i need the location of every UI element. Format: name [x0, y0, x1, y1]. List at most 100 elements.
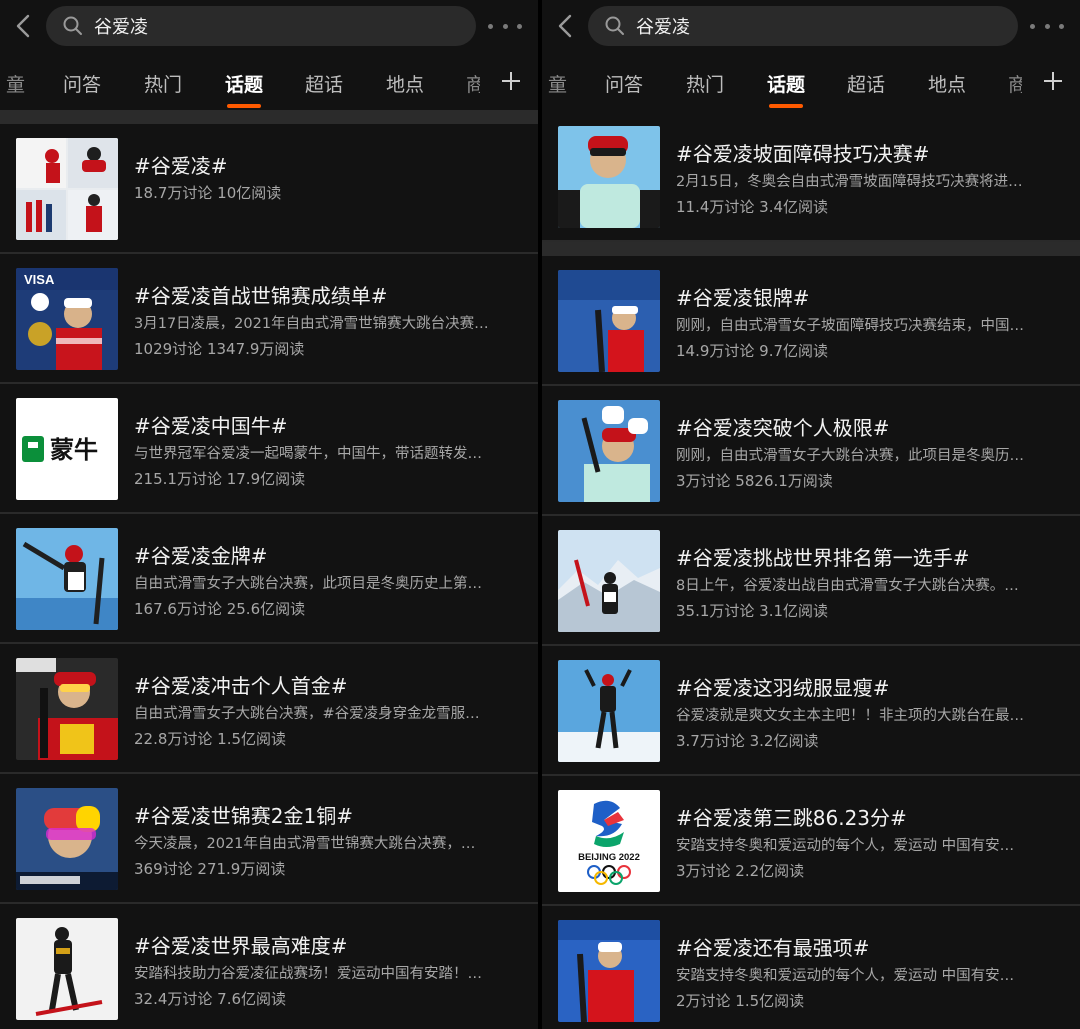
- tab-partial-right[interactable]: 商: [1008, 70, 1022, 97]
- tab-hot[interactable]: 热门: [686, 70, 724, 97]
- topic-description: 3月17日凌晨，2021年自由式滑雪世锦赛大跳台决赛…: [134, 316, 489, 332]
- tab-qa[interactable]: 问答: [605, 70, 643, 97]
- active-tab-indicator: [227, 104, 261, 108]
- more-options-button[interactable]: [1030, 16, 1064, 36]
- topic-title: #谷爱凌银牌#: [676, 286, 810, 310]
- search-input[interactable]: 谷爱凌: [46, 6, 476, 46]
- list-item[interactable]: #谷爱凌# 18.7万讨论 10亿阅读: [0, 124, 538, 254]
- search-query: 谷爱凌: [94, 17, 148, 38]
- topic-thumbnail: [16, 138, 118, 240]
- topic-thumbnail: [558, 530, 660, 632]
- dot-icon: [517, 23, 522, 29]
- topic-description: 安踏支持冬奥和爱运动的每个人，爱运动 中国有安…: [676, 838, 1015, 854]
- topic-stats: 1029讨论 1347.9万阅读: [134, 340, 305, 358]
- topic-thumbnail: [558, 126, 660, 228]
- section-divider: [0, 110, 538, 124]
- plus-icon: [1044, 72, 1062, 90]
- back-button[interactable]: [554, 12, 578, 40]
- topic-title: #谷爱凌挑战世界排名第一选手#: [676, 546, 970, 570]
- dot-icon: [1030, 23, 1035, 29]
- search-icon: [63, 16, 82, 35]
- tab-topics[interactable]: 话题: [767, 70, 806, 108]
- topic-stats: 32.4万讨论 7.6亿阅读: [134, 990, 287, 1008]
- topic-stats: 18.7万讨论 10亿阅读: [134, 184, 282, 202]
- topic-thumbnail: 蒙牛: [16, 398, 118, 500]
- tab-bar: 童 问答 热门 话题 超话 地点 商: [0, 58, 538, 110]
- right-panel: 谷爱凌 童 问答 热门 话题 超话 地点 商 #谷爱凌坡面障碍技巧决赛# 2月1…: [542, 0, 1080, 1029]
- topic-description: 谷爱凌就是爽文女主本主吧！！非主项的大跳台在最…: [676, 708, 1024, 724]
- tab-partial-left[interactable]: 童: [6, 70, 25, 97]
- search-query: 谷爱凌: [636, 17, 690, 38]
- topic-title: #谷爱凌突破个人极限#: [676, 416, 890, 440]
- top-bar: 谷爱凌: [542, 0, 1080, 54]
- topic-stats: 3万讨论 2.2亿阅读: [676, 862, 805, 880]
- list-item[interactable]: #谷爱凌世锦赛2金1铜# 今天凌晨，2021年自由式滑雪世锦赛大跳台决赛，… 3…: [0, 774, 538, 904]
- topic-stats: 14.9万讨论 9.7亿阅读: [676, 342, 829, 360]
- tab-super-topics[interactable]: 超话: [847, 70, 885, 97]
- topic-description: 8日上午，谷爱凌出战自由式滑雪女子大跳台决赛。…: [676, 578, 1019, 594]
- topic-title: #谷爱凌首战世锦赛成绩单#: [134, 284, 388, 308]
- beijing-2022-logo-text: BEIJING 2022: [578, 852, 640, 863]
- dot-icon: [488, 23, 493, 29]
- topic-list: #谷爱凌坡面障碍技巧决赛# 2月15日，冬奥会自由式滑雪坡面障碍技巧决赛将进… …: [542, 112, 1080, 1029]
- topic-stats: 3.7万讨论 3.2亿阅读: [676, 732, 819, 750]
- topic-thumbnail: [16, 658, 118, 760]
- topic-description: 今天凌晨，2021年自由式滑雪世锦赛大跳台决赛，…: [134, 836, 476, 852]
- tab-qa[interactable]: 问答: [63, 70, 101, 97]
- topic-title: #谷爱凌还有最强项#: [676, 936, 870, 960]
- topic-title: #谷爱凌金牌#: [134, 544, 268, 568]
- topic-thumbnail: [558, 920, 660, 1022]
- list-item[interactable]: #谷爱凌冲击个人首金# 自由式滑雪女子大跳台决赛，#谷爱凌身穿金龙雪服… 22.…: [0, 644, 538, 774]
- tab-places[interactable]: 地点: [928, 70, 966, 97]
- list-item[interactable]: #谷爱凌世界最高难度# 安踏科技助力谷爱凌征战赛场！爱运动中国有安踏！… 32.…: [0, 904, 538, 1029]
- tab-super-topics[interactable]: 超话: [305, 70, 343, 97]
- list-item[interactable]: #谷爱凌银牌# 刚刚，自由式滑雪女子坡面障碍技巧决赛结束，中国… 14.9万讨论…: [542, 256, 1080, 386]
- topic-description: 刚刚，自由式滑雪女子大跳台决赛，此项目是冬奥历…: [676, 448, 1024, 464]
- topic-thumbnail: [16, 918, 118, 1020]
- topic-stats: 215.1万讨论 17.9亿阅读: [134, 470, 306, 488]
- list-item[interactable]: #谷爱凌坡面障碍技巧决赛# 2月15日，冬奥会自由式滑雪坡面障碍技巧决赛将进… …: [542, 112, 1080, 242]
- add-tab-button[interactable]: [1042, 70, 1068, 96]
- topic-title: #谷爱凌世界最高难度#: [134, 934, 348, 958]
- screenshot: 谷爱凌 童 问答 热门 话题 超话 地点 商 #谷爱凌# 18.7万讨论 10亿…: [0, 0, 1080, 1029]
- tab-partial-left[interactable]: 童: [548, 70, 567, 97]
- list-item[interactable]: #谷爱凌突破个人极限# 刚刚，自由式滑雪女子大跳台决赛，此项目是冬奥历… 3万讨…: [542, 386, 1080, 516]
- mengniu-logo-text: 蒙牛: [50, 436, 98, 464]
- list-item[interactable]: #谷爱凌挑战世界排名第一选手# 8日上午，谷爱凌出战自由式滑雪女子大跳台决赛。……: [542, 516, 1080, 646]
- topic-stats: 2万讨论 1.5亿阅读: [676, 992, 805, 1010]
- tab-hot[interactable]: 热门: [144, 70, 182, 97]
- list-item[interactable]: 蒙牛 #谷爱凌中国牛# 与世界冠军谷爱凌一起喝蒙牛，中国牛，带话题转发… 215…: [0, 384, 538, 514]
- left-panel: 谷爱凌 童 问答 热门 话题 超话 地点 商 #谷爱凌# 18.7万讨论 10亿…: [0, 0, 538, 1029]
- search-input[interactable]: 谷爱凌: [588, 6, 1018, 46]
- topic-description: 安踏科技助力谷爱凌征战赛场！爱运动中国有安踏！…: [134, 966, 482, 982]
- topic-title: #谷爱凌第三跳86.23分#: [676, 806, 907, 830]
- chevron-left-icon: [558, 14, 572, 38]
- topic-stats: 369讨论 271.9万阅读: [134, 860, 286, 878]
- tab-topics-label: 话题: [767, 74, 806, 96]
- topic-title: #谷爱凌世锦赛2金1铜#: [134, 804, 353, 828]
- section-divider: [542, 242, 1080, 256]
- topic-stats: 35.1万讨论 3.1亿阅读: [676, 602, 829, 620]
- topic-stats: 3万讨论 5826.1万阅读: [676, 472, 833, 490]
- search-icon: [605, 16, 624, 35]
- list-item[interactable]: #谷爱凌金牌# 自由式滑雪女子大跳台决赛，此项目是冬奥历史上第… 167.6万讨…: [0, 514, 538, 644]
- back-button[interactable]: [12, 12, 36, 40]
- add-tab-button[interactable]: [500, 70, 526, 96]
- list-item[interactable]: #谷爱凌这羽绒服显瘦# 谷爱凌就是爽文女主本主吧！！非主项的大跳台在最… 3.7…: [542, 646, 1080, 776]
- list-item[interactable]: VISA #谷爱凌首战世锦赛成绩单# 3月17日凌晨，2021年自由式滑雪世锦赛…: [0, 254, 538, 384]
- dot-icon: [1059, 23, 1064, 29]
- topic-thumbnail: [558, 400, 660, 502]
- plus-icon: [502, 72, 520, 90]
- tab-bar: 童 问答 热门 话题 超话 地点 商: [542, 58, 1080, 110]
- topic-description: 与世界冠军谷爱凌一起喝蒙牛，中国牛，带话题转发…: [134, 446, 482, 462]
- tab-places[interactable]: 地点: [386, 70, 424, 97]
- list-item[interactable]: BEIJING 2022 #谷爱凌第三跳86.23分# 安踏支持冬奥和爱运动的每…: [542, 776, 1080, 906]
- topic-stats: 11.4万讨论 3.4亿阅读: [676, 198, 829, 216]
- list-item[interactable]: #谷爱凌还有最强项# 安踏支持冬奥和爱运动的每个人，爱运动 中国有安… 2万讨论…: [542, 906, 1080, 1029]
- topic-stats: 22.8万讨论 1.5亿阅读: [134, 730, 287, 748]
- topic-description: 自由式滑雪女子大跳台决赛，#谷爱凌身穿金龙雪服…: [134, 706, 480, 722]
- tab-topics[interactable]: 话题: [225, 70, 263, 108]
- more-options-button[interactable]: [488, 16, 522, 36]
- topic-title: #谷爱凌这羽绒服显瘦#: [676, 676, 890, 700]
- tab-partial-right[interactable]: 商: [466, 70, 480, 97]
